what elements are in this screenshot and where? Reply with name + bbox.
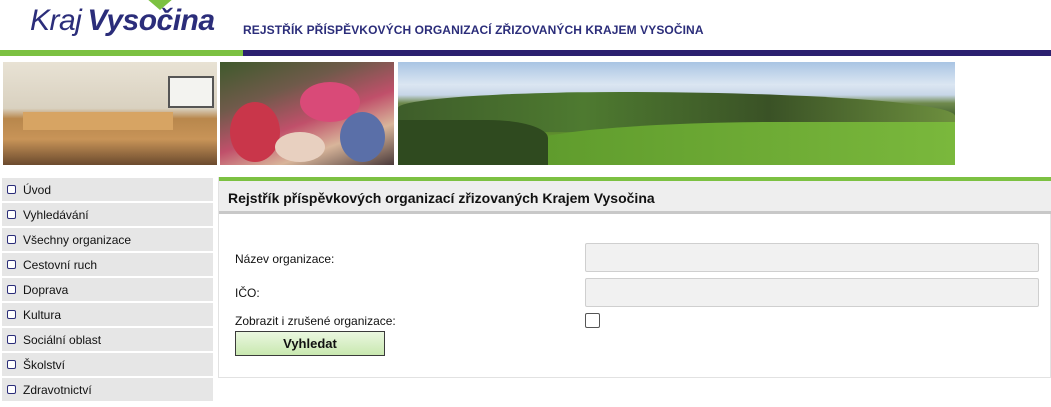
sidebar-item-cestovni-ruch[interactable]: Cestovní ruch (2, 253, 213, 276)
sidebar-item-label: Sociální oblast (23, 332, 102, 347)
header-stripe-green (0, 50, 243, 56)
sidebar-nav: Úvod Vyhledávání Všechny organizace Cest… (2, 178, 213, 403)
photo-figure (230, 102, 280, 162)
bullet-icon (7, 385, 16, 394)
logo-leaf-icon (146, 0, 174, 10)
sidebar-item-label: Kultura (23, 307, 62, 322)
bullet-icon (7, 185, 16, 194)
sidebar-item-socialni-oblast[interactable]: Sociální oblast (2, 328, 213, 351)
banner-photo-children (220, 62, 394, 165)
sidebar-item-kultura[interactable]: Kultura (2, 303, 213, 326)
sidebar-item-label: Zdravotnictví (23, 382, 92, 397)
ico-label: IČO: (235, 286, 260, 300)
classroom-board (168, 76, 214, 108)
header-title: REJSTŘÍK PŘÍSPĚVKOVÝCH ORGANIZACÍ ZŘIZOV… (243, 23, 704, 37)
kraj-vysocina-logo[interactable]: Kraj Vysočina (30, 0, 215, 44)
banner-photo-landscape (398, 62, 955, 165)
bullet-icon (7, 310, 16, 319)
classroom-table (23, 112, 173, 130)
search-panel: Rejstřík příspěvkových organizací zřizov… (218, 177, 1051, 378)
sidebar-item-skolstvi[interactable]: Školství (2, 353, 213, 376)
sidebar-item-zdravotnictvi[interactable]: Zdravotnictví (2, 378, 213, 401)
show-cancelled-label: Zobrazit i zrušené organizace: (235, 314, 396, 328)
bullet-icon (7, 235, 16, 244)
photo-figure (340, 112, 385, 162)
sidebar-item-uvod[interactable]: Úvod (2, 178, 213, 201)
banner-photo-classroom (3, 62, 217, 165)
bullet-icon (7, 210, 16, 219)
search-button[interactable]: Vyhledat (235, 331, 385, 356)
sidebar-item-vsechny-organizace[interactable]: Všechny organizace (2, 228, 213, 251)
sidebar-item-label: Úvod (23, 182, 52, 197)
organization-name-input[interactable] (585, 243, 1039, 272)
show-cancelled-checkbox[interactable] (585, 313, 600, 328)
bullet-icon (7, 285, 16, 294)
organization-name-label: Název organizace: (235, 252, 335, 266)
header-stripe-navy (243, 50, 1051, 56)
sidebar-item-vyhledavani[interactable]: Vyhledávání (2, 203, 213, 226)
bullet-icon (7, 335, 16, 344)
sidebar-item-label: Vyhledávání (23, 207, 89, 222)
sidebar-item-doprava[interactable]: Doprava (2, 278, 213, 301)
site-header: Kraj Vysočina REJSTŘÍK PŘÍSPĚVKOVÝCH ORG… (0, 0, 1051, 56)
ico-input[interactable] (585, 278, 1039, 307)
logo-word-kraj: Kraj (30, 4, 82, 37)
bullet-icon (7, 260, 16, 269)
sidebar-item-label: Doprava (23, 282, 69, 297)
bullet-icon (7, 360, 16, 369)
landscape-trees (398, 120, 548, 165)
panel-title-bar: Rejstřík příspěvkových organizací zřizov… (219, 181, 1051, 214)
sidebar-item-label: Všechny organizace (23, 232, 132, 247)
photo-figure (275, 132, 325, 162)
sidebar-item-label: Školství (23, 357, 66, 372)
sidebar-item-label: Cestovní ruch (23, 257, 98, 272)
page-title: Rejstřík příspěvkových organizací zřizov… (228, 190, 655, 206)
